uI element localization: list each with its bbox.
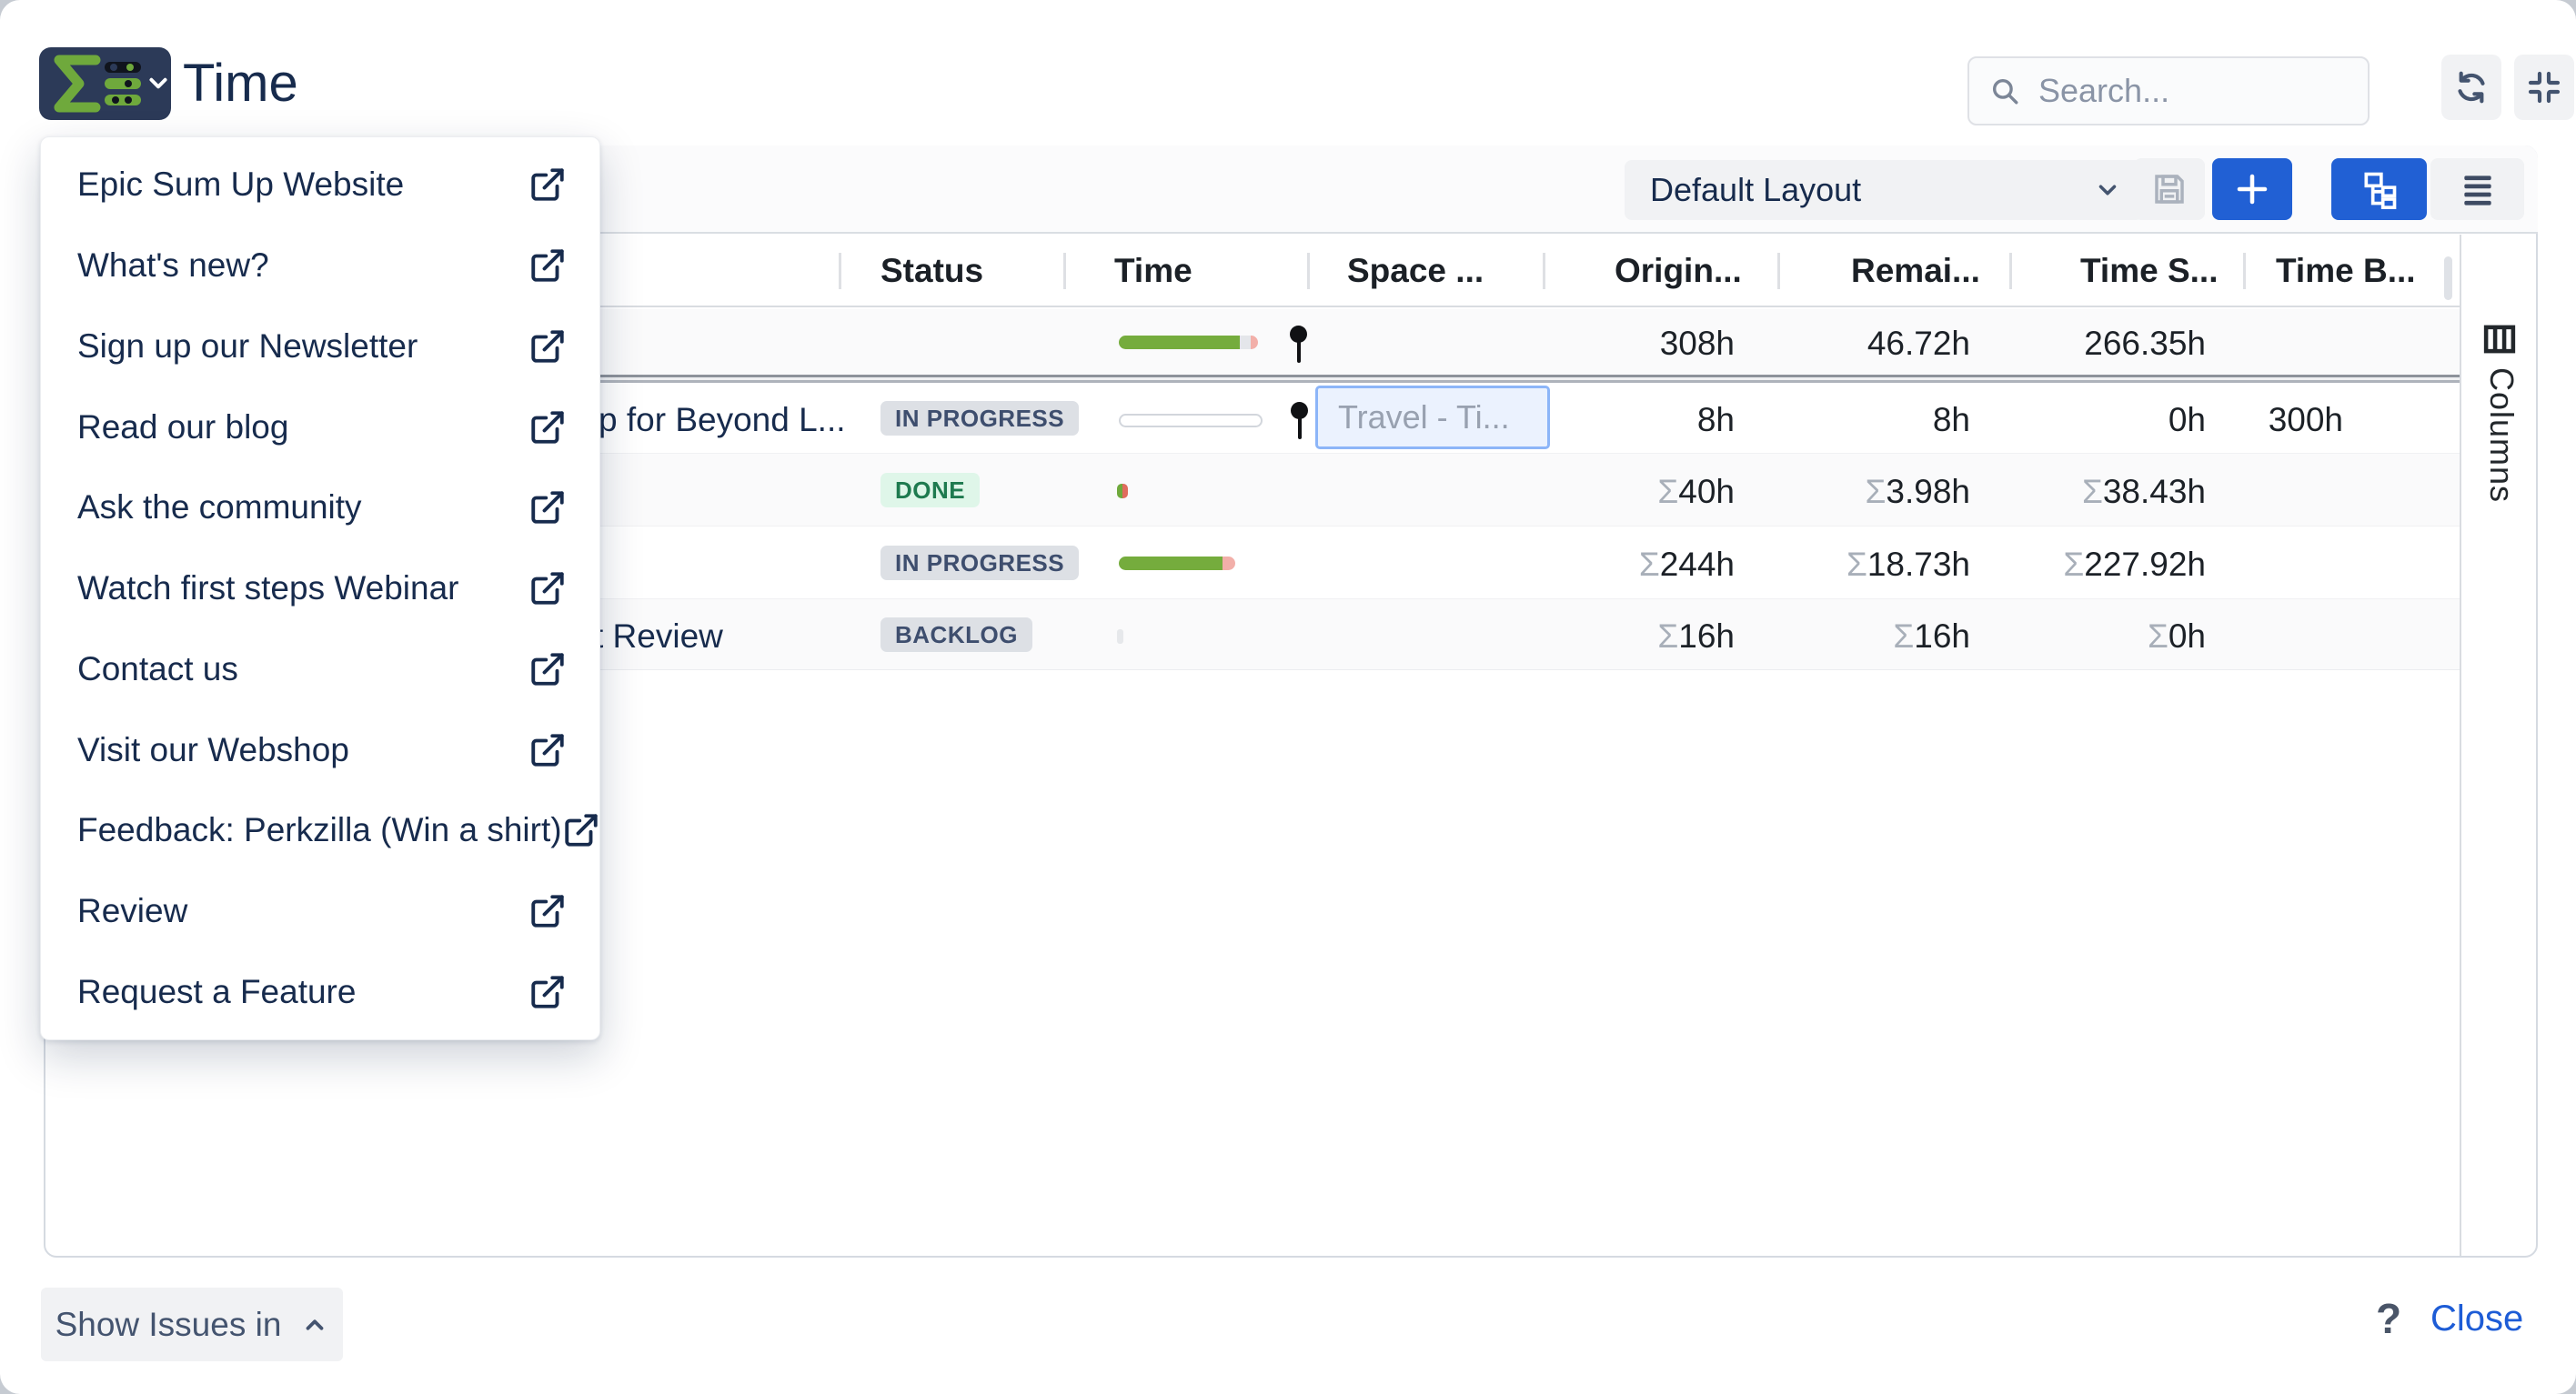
- collapse-icon: [2526, 69, 2562, 105]
- column-divider[interactable]: [1063, 253, 1066, 289]
- issue-summary: t Review: [594, 617, 723, 656]
- original-estimate-value: Σ16h: [1546, 617, 1735, 656]
- chevron-down-icon: [146, 71, 170, 95]
- save-icon: [2150, 170, 2189, 208]
- menu-item-community[interactable]: Ask the community: [41, 467, 599, 548]
- save-layout-button[interactable]: [2134, 158, 2205, 220]
- original-estimate-value: Σ40h: [1546, 473, 1735, 511]
- layout-select-value: Default Layout: [1650, 171, 1861, 209]
- status-badge: BACKLOG: [880, 617, 1032, 652]
- search-input[interactable]: [2037, 71, 2340, 111]
- status-badge: DONE: [880, 473, 980, 507]
- external-link-icon: [528, 892, 567, 930]
- time-spent-value: 0h: [2001, 401, 2206, 439]
- column-divider[interactable]: [1307, 253, 1310, 289]
- external-link-icon: [528, 569, 567, 607]
- column-header-time-b[interactable]: Time B...: [2276, 235, 2416, 307]
- close-button[interactable]: Close: [2430, 1289, 2523, 1348]
- column-divider[interactable]: [2243, 253, 2246, 289]
- search-input-wrapper: [1967, 56, 2370, 125]
- external-link-icon: [528, 408, 567, 446]
- space-category-cell-selected[interactable]: Travel - Ti...: [1315, 386, 1550, 449]
- external-link-icon: [528, 246, 567, 285]
- help-button[interactable]: ?: [2361, 1289, 2416, 1348]
- external-link-icon: [528, 327, 567, 366]
- time-spent-value: 266.35h: [2001, 325, 2206, 363]
- column-header-time-spent[interactable]: Time S...: [2080, 235, 2219, 307]
- menu-item-website[interactable]: Epic Sum Up Website: [41, 145, 599, 226]
- layout-select[interactable]: Default Layout: [1625, 160, 2143, 220]
- show-issues-in-button[interactable]: Show Issues in: [41, 1288, 343, 1361]
- screen: Time: [0, 0, 2576, 1394]
- list-view-icon: [2458, 169, 2498, 209]
- issue-summary: p for Beyond L...: [599, 401, 846, 439]
- remaining-value: 46.72h: [1783, 325, 1970, 363]
- search-icon: [1989, 75, 2020, 106]
- chevron-down-icon: [2094, 176, 2121, 204]
- tree-view-icon: [2360, 169, 2400, 209]
- external-link-icon: [528, 973, 567, 1011]
- original-estimate-value: 308h: [1546, 325, 1735, 363]
- menu-item-whats-new[interactable]: What's new?: [41, 226, 599, 306]
- collapse-fullscreen-button[interactable]: [2514, 55, 2574, 120]
- column-divider[interactable]: [839, 253, 841, 289]
- progress-bar: [1119, 336, 1258, 349]
- menu-item-webshop[interactable]: Visit our Webshop: [41, 709, 599, 790]
- menu-item-feedback[interactable]: Feedback: Perkzilla (Win a shirt): [41, 790, 599, 871]
- progress-bar: [1119, 557, 1235, 570]
- remaining-value: Σ16h: [1783, 617, 1970, 656]
- plus-icon: [2233, 170, 2271, 208]
- app-logo-menu-button[interactable]: [39, 47, 171, 120]
- time-marker-pin: [1290, 326, 1307, 364]
- progress-bar: [1119, 414, 1263, 427]
- list-view-button[interactable]: [2430, 158, 2524, 220]
- column-header-status[interactable]: Status: [880, 235, 983, 307]
- add-button[interactable]: [2212, 158, 2292, 220]
- menu-item-review[interactable]: Review: [41, 871, 599, 952]
- column-divider[interactable]: [1543, 253, 1545, 289]
- remaining-value: Σ18.73h: [1783, 546, 1970, 584]
- external-link-icon: [528, 650, 567, 688]
- column-header-original[interactable]: Origin...: [1615, 235, 1742, 307]
- columns-panel-toggle[interactable]: Columns: [2482, 367, 2521, 503]
- menu-item-contact[interactable]: Contact us: [41, 628, 599, 709]
- time-booked-value: 300h: [2183, 401, 2343, 439]
- time-spent-value: Σ227.92h: [2001, 546, 2206, 584]
- column-header-time[interactable]: Time: [1114, 235, 1192, 307]
- status-badge: IN PROGRESS: [880, 401, 1079, 436]
- tree-view-button[interactable]: [2331, 158, 2427, 220]
- columns-icon[interactable]: [2480, 320, 2519, 363]
- original-estimate-value: Σ244h: [1546, 546, 1735, 584]
- refresh-icon: [2453, 69, 2490, 105]
- time-marker-pin: [1291, 402, 1308, 440]
- menu-item-request-feature[interactable]: Request a Feature: [41, 951, 599, 1032]
- column-divider[interactable]: [1777, 253, 1780, 289]
- time-spent-value: Σ38.43h: [2001, 473, 2206, 511]
- time-spent-value: Σ0h: [2001, 617, 2206, 656]
- app-links-menu: Epic Sum Up Website What's new? Sign up …: [40, 136, 600, 1040]
- external-link-icon: [528, 731, 567, 769]
- page-title: Time: [183, 47, 298, 120]
- status-badge: IN PROGRESS: [880, 546, 1079, 580]
- menu-item-webinar[interactable]: Watch first steps Webinar: [41, 548, 599, 629]
- original-estimate-value: 8h: [1546, 401, 1735, 439]
- epic-sum-up-dialog: Time: [0, 0, 2576, 1394]
- column-divider[interactable]: [2009, 253, 2012, 289]
- menu-item-blog[interactable]: Read our blog: [41, 386, 599, 467]
- scrollbar-thumb[interactable]: [2444, 256, 2452, 300]
- progress-bar: [1117, 629, 1123, 644]
- progress-bar: [1117, 484, 1128, 498]
- external-link-icon: [528, 488, 567, 527]
- column-header-remaining[interactable]: Remai...: [1851, 235, 1980, 307]
- remaining-value: 8h: [1783, 401, 1970, 439]
- external-link-icon: [562, 811, 600, 849]
- columns-panel-divider: [2460, 235, 2461, 1256]
- external-link-icon: [528, 165, 567, 204]
- chevron-up-icon: [301, 1311, 328, 1339]
- menu-item-newsletter[interactable]: Sign up our Newsletter: [41, 306, 599, 386]
- remaining-value: Σ3.98h: [1783, 473, 1970, 511]
- refresh-button[interactable]: [2441, 55, 2501, 120]
- column-header-space[interactable]: Space ...: [1347, 235, 1484, 307]
